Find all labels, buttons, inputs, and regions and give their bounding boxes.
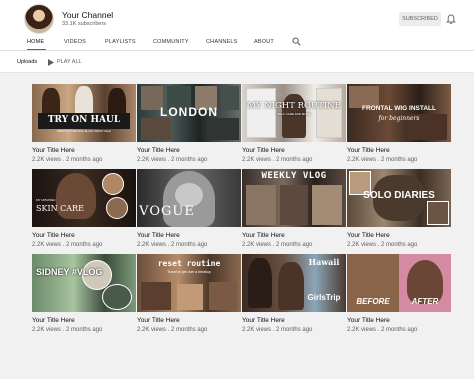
thumbnail-title: Hawaii [308, 257, 340, 267]
video-title[interactable]: Your Title Here [137, 317, 180, 324]
thumbnail-subtitle: PRETTYLITTLETHING BLACK FRIDAY SALE [57, 130, 111, 133]
video-thumbnail[interactable]: TRY ON HAUL PRETTYLITTLETHING BLACK FRID… [32, 84, 136, 142]
thumbnail-subtitle: MY UPDATED [36, 198, 56, 202]
tab-channels[interactable]: CHANNELS [206, 39, 238, 45]
video-meta: 2.2K views . 2 months ago [32, 327, 103, 333]
tab-videos[interactable]: VIDEOS [64, 39, 86, 45]
thumbnail-title: FRONTAL WIG INSTALL [361, 105, 437, 112]
video-thumbnail[interactable]: VOGUE [137, 169, 241, 227]
thumbnail-title: WEEKLY VLOG [261, 171, 327, 181]
video-thumbnail[interactable]: reset routine Travel to get over a break… [137, 254, 241, 312]
video-meta: 2.2K views . 2 months ago [32, 157, 103, 163]
play-all-button[interactable]: PLAY ALL [57, 59, 82, 65]
video-thumbnail[interactable]: MY NIGHT ROUTINE SELF CARE AND MORE [242, 84, 346, 142]
thumbnail-subtitle: for beginners [378, 115, 420, 122]
video-title[interactable]: Your Title Here [32, 317, 75, 324]
thumbnail-subtitle: SELF CARE AND MORE [277, 112, 311, 116]
video-thumbnail[interactable]: SOLO DIARIES [347, 169, 451, 227]
search-icon[interactable] [292, 37, 301, 46]
video-meta: 2.2K views . 2 months ago [242, 157, 313, 163]
video-meta: 2.2K views . 2 months ago [137, 327, 208, 333]
video-meta: 2.2K views . 2 months ago [347, 327, 418, 333]
thumbnail-title: SOLO DIARIES [363, 190, 435, 201]
video-thumbnail[interactable]: LONDON [137, 84, 241, 142]
video-meta: 2.2K views . 2 months ago [242, 327, 313, 333]
bell-icon[interactable] [446, 14, 456, 25]
video-title[interactable]: Your Title Here [137, 232, 180, 239]
video-thumbnail[interactable]: Hawaii GirlsTrip [242, 254, 346, 312]
subscribed-button[interactable]: SUBSCRIBED [399, 12, 441, 26]
video-meta: 2.2K views . 2 months ago [347, 157, 418, 163]
video-title[interactable]: Your Title Here [32, 232, 75, 239]
thumbnail-title: SKIN CARE [36, 204, 84, 213]
video-meta: 2.2K views . 2 months ago [137, 157, 208, 163]
uploads-label: Uploads [17, 59, 38, 65]
thumbnail-title: MY NIGHT ROUTINE [247, 101, 341, 111]
video-title[interactable]: Your Title Here [242, 147, 285, 154]
thumbnail-title: BEFORE [356, 297, 390, 306]
video-title[interactable]: Your Title Here [32, 147, 75, 154]
video-thumbnail[interactable]: FRONTAL WIG INSTALL for beginners [347, 84, 451, 142]
tab-community[interactable]: COMMUNITY [153, 39, 189, 45]
video-thumbnail[interactable]: SIDNEY #VLOG [32, 254, 136, 312]
channel-avatar[interactable] [24, 4, 54, 34]
thumbnail-title: SIDNEY #VLOG [36, 267, 103, 277]
video-title[interactable]: Your Title Here [347, 317, 390, 324]
play-icon[interactable] [48, 59, 54, 66]
video-thumbnail[interactable]: BEFORE AFTER [347, 254, 451, 312]
video-title[interactable]: Your Title Here [242, 232, 285, 239]
video-meta: 2.2K views . 2 months ago [32, 242, 103, 248]
thumbnail-title: TRY ON HAUL [47, 115, 121, 125]
video-title[interactable]: Your Title Here [347, 147, 390, 154]
thumbnail-title: reset routine [157, 259, 221, 268]
video-thumbnail[interactable]: MY UPDATED SKIN CARE [32, 169, 136, 227]
video-title[interactable]: Your Title Here [347, 232, 390, 239]
video-title[interactable]: Your Title Here [137, 147, 180, 154]
video-thumbnail[interactable]: WEEKLY VLOG [242, 169, 346, 227]
uploads-bar: Uploads PLAY ALL [0, 51, 474, 73]
thumbnail-subtitle: AFTER [411, 297, 439, 306]
video-meta: 2.2K views . 2 months ago [137, 242, 208, 248]
tab-home[interactable]: HOME [27, 39, 44, 45]
tab-about[interactable]: ABOUT [254, 39, 274, 45]
video-title[interactable]: Your Title Here [242, 317, 285, 324]
thumbnail-title: VOGUE [139, 204, 195, 219]
thumbnail-subtitle: GirlsTrip [307, 293, 341, 302]
channel-name: Your Channel [62, 10, 114, 20]
video-meta: 2.2K views . 2 months ago [242, 242, 313, 248]
thumbnail-title: LONDON [160, 105, 218, 119]
tab-playlists[interactable]: PLAYLISTS [105, 39, 136, 45]
channel-tabs: HOME VIDEOS PLAYLISTS COMMUNITY CHANNELS… [0, 36, 474, 51]
subscriber-count: 33.1K subscribers [62, 21, 107, 27]
video-meta: 2.2K views . 2 months ago [347, 242, 418, 248]
thumbnail-subtitle: Travel to get over a breakup [167, 270, 211, 274]
